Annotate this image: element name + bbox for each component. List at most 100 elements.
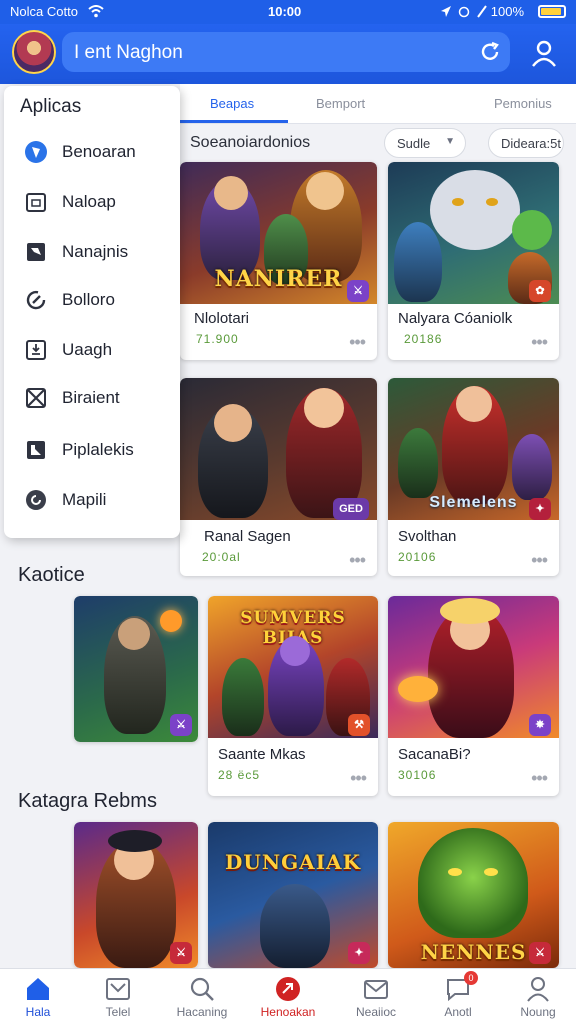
drawer-item-benoaran[interactable]: Benoaran <box>4 130 180 174</box>
wifi-icon <box>88 5 104 18</box>
nav-label: Hala <box>25 1005 51 1019</box>
section-title: Katagra Rebms <box>18 790 157 812</box>
location-icon <box>441 6 451 17</box>
game-card[interactable]: ⚔ <box>74 596 198 742</box>
refresh-icon[interactable] <box>478 40 502 64</box>
game-card[interactable]: SUMVERS BIIAS ⚒ Saante Mkas 28 ёc5 ••• <box>208 596 378 796</box>
drawer-item-label: Mapili <box>62 490 107 509</box>
target-icon <box>276 977 300 1001</box>
filter-chip-label: Dideara:5t <box>501 136 561 151</box>
game-title: Ranal Sagen <box>204 528 291 545</box>
game-badge: ⚒ <box>348 714 370 736</box>
refresh-circle-icon <box>26 490 46 510</box>
tab-pemonius[interactable]: Pemonius <box>494 96 552 111</box>
game-card[interactable]: ⚔ <box>74 822 198 968</box>
shield-icon <box>25 141 47 163</box>
game-card[interactable]: Slemelens ✦ Svolthan 20106 ••• <box>388 378 559 576</box>
more-options-icon[interactable]: ••• <box>349 550 366 571</box>
drawer-item-bolloro[interactable]: Bolloro <box>4 278 180 322</box>
section-title: Kaotice <box>18 564 85 586</box>
search-input[interactable]: I ent Naghon <box>74 42 183 64</box>
more-options-icon[interactable]: ••• <box>531 550 548 571</box>
status-bar: Nolca Cotto 10:00 100% <box>0 0 576 24</box>
more-options-icon[interactable]: ••• <box>349 332 366 353</box>
drawer-item-label: Nanajnis <box>62 242 129 261</box>
drawer-item-nanajnis[interactable]: Nanajnis <box>4 230 180 274</box>
search-bar[interactable]: I ent Naghon <box>62 32 510 72</box>
sort-dropdown-label: Sudle <box>397 136 431 151</box>
game-badge: GED <box>333 498 369 520</box>
game-title: SacanaBi? <box>398 746 471 763</box>
notification-badge: 0 <box>464 971 478 985</box>
nav-label: Hacaning <box>176 1005 228 1019</box>
game-title: Nlolotari <box>194 310 250 327</box>
game-badge: ⚔ <box>529 942 551 964</box>
drawer-title: Aplicas <box>20 96 82 117</box>
gauge-icon <box>26 290 46 310</box>
drawer-item-label: Biraient <box>62 388 120 407</box>
nav-label: Noung <box>520 1005 556 1019</box>
filter-chip[interactable]: Dideara:5t <box>488 128 564 158</box>
game-meta: 20186 <box>404 332 443 346</box>
nav-label: Telel <box>105 1005 131 1019</box>
game-badge: ✦ <box>348 942 370 964</box>
mail-icon <box>364 980 388 999</box>
person-icon <box>527 977 549 1002</box>
drawer-item-piplalekis[interactable]: Piplalekis <box>4 428 180 472</box>
battery-icon <box>538 5 566 18</box>
more-options-icon[interactable]: ••• <box>531 332 548 353</box>
nav-item-hacaning[interactable]: Hacaning <box>166 969 238 1024</box>
avatar[interactable] <box>12 30 56 74</box>
nav-label: Henoakan <box>260 1005 316 1019</box>
profile-icon[interactable] <box>528 38 560 70</box>
nav-item-neaiioc[interactable]: Neaiioc <box>340 969 412 1024</box>
nav-item-henoakan[interactable]: Henoakan <box>252 969 324 1024</box>
app-header: I ent Naghon <box>0 24 576 84</box>
bottom-nav: Hala Telel Hacaning Henoakan Neaiioc 0 A… <box>0 968 576 1024</box>
drawer-item-biraient[interactable]: Biraient <box>4 376 180 420</box>
game-meta: 30106 <box>398 768 437 782</box>
game-card[interactable]: DUNGAIAK ✦ <box>208 822 378 968</box>
nav-item-noung[interactable]: Noung <box>502 969 574 1024</box>
nav-item-hala[interactable]: Hala <box>2 969 74 1024</box>
game-badge: ⚔ <box>170 942 192 964</box>
puzzle-icon <box>27 441 45 459</box>
more-options-icon[interactable]: ••• <box>531 768 548 789</box>
game-title: Saante Mkas <box>218 746 306 763</box>
game-badge: ✸ <box>529 714 551 736</box>
game-card[interactable]: GED Ranal Sagen 20:0al ••• <box>180 378 377 576</box>
game-title: Nalyara Cóaniolk <box>398 310 513 327</box>
game-badge: ⚔ <box>170 714 192 736</box>
drawer-item-label: Benoaran <box>62 142 136 161</box>
download-box-icon <box>26 340 46 360</box>
nav-label: Neaiioc <box>355 1005 397 1019</box>
game-card[interactable]: NANIRER ⚔ Nlolotari 71.900 ••• <box>180 162 377 360</box>
game-title: Svolthan <box>398 528 457 545</box>
tab-bemport[interactable]: Bemport <box>316 96 365 111</box>
image-icon <box>27 243 45 261</box>
search-icon <box>190 977 214 1001</box>
more-options-icon[interactable]: ••• <box>350 768 367 789</box>
game-card[interactable]: ✿ Nalyara Cóaniolk 20186 ••• <box>388 162 559 360</box>
nav-item-anotl[interactable]: 0 Anotl <box>422 969 494 1024</box>
drawer-item-mapili[interactable]: Mapili <box>4 478 180 522</box>
game-badge: ✦ <box>529 498 551 520</box>
game-art-title: DUNGAIAK <box>225 850 361 874</box>
chevron-down-icon: ▼ <box>445 136 455 147</box>
drawer-item-uaagh[interactable]: Uaagh <box>4 328 180 372</box>
nav-item-telel[interactable]: Telel <box>82 969 154 1024</box>
drawer-item-naloap[interactable]: Naloap <box>4 180 180 224</box>
inbox-icon <box>106 978 130 1000</box>
tab-beapas[interactable]: Beapas <box>210 96 254 111</box>
battery-percent: 100% <box>490 4 524 19</box>
game-card[interactable]: NENNES ⚔ <box>388 822 559 968</box>
drawer-item-label: Naloap <box>62 192 116 211</box>
game-card[interactable]: ✸ SacanaBi? 30106 ••• <box>388 596 559 796</box>
game-meta: 71.900 <box>196 332 239 346</box>
drawer-item-label: Bolloro <box>62 290 115 309</box>
sort-dropdown[interactable]: Sudle ▼ <box>384 128 466 158</box>
filter-title: Soeanoiardonios <box>190 134 311 151</box>
home-icon <box>27 978 49 1000</box>
x-box-icon <box>26 388 46 408</box>
alarm-icon <box>458 6 470 18</box>
